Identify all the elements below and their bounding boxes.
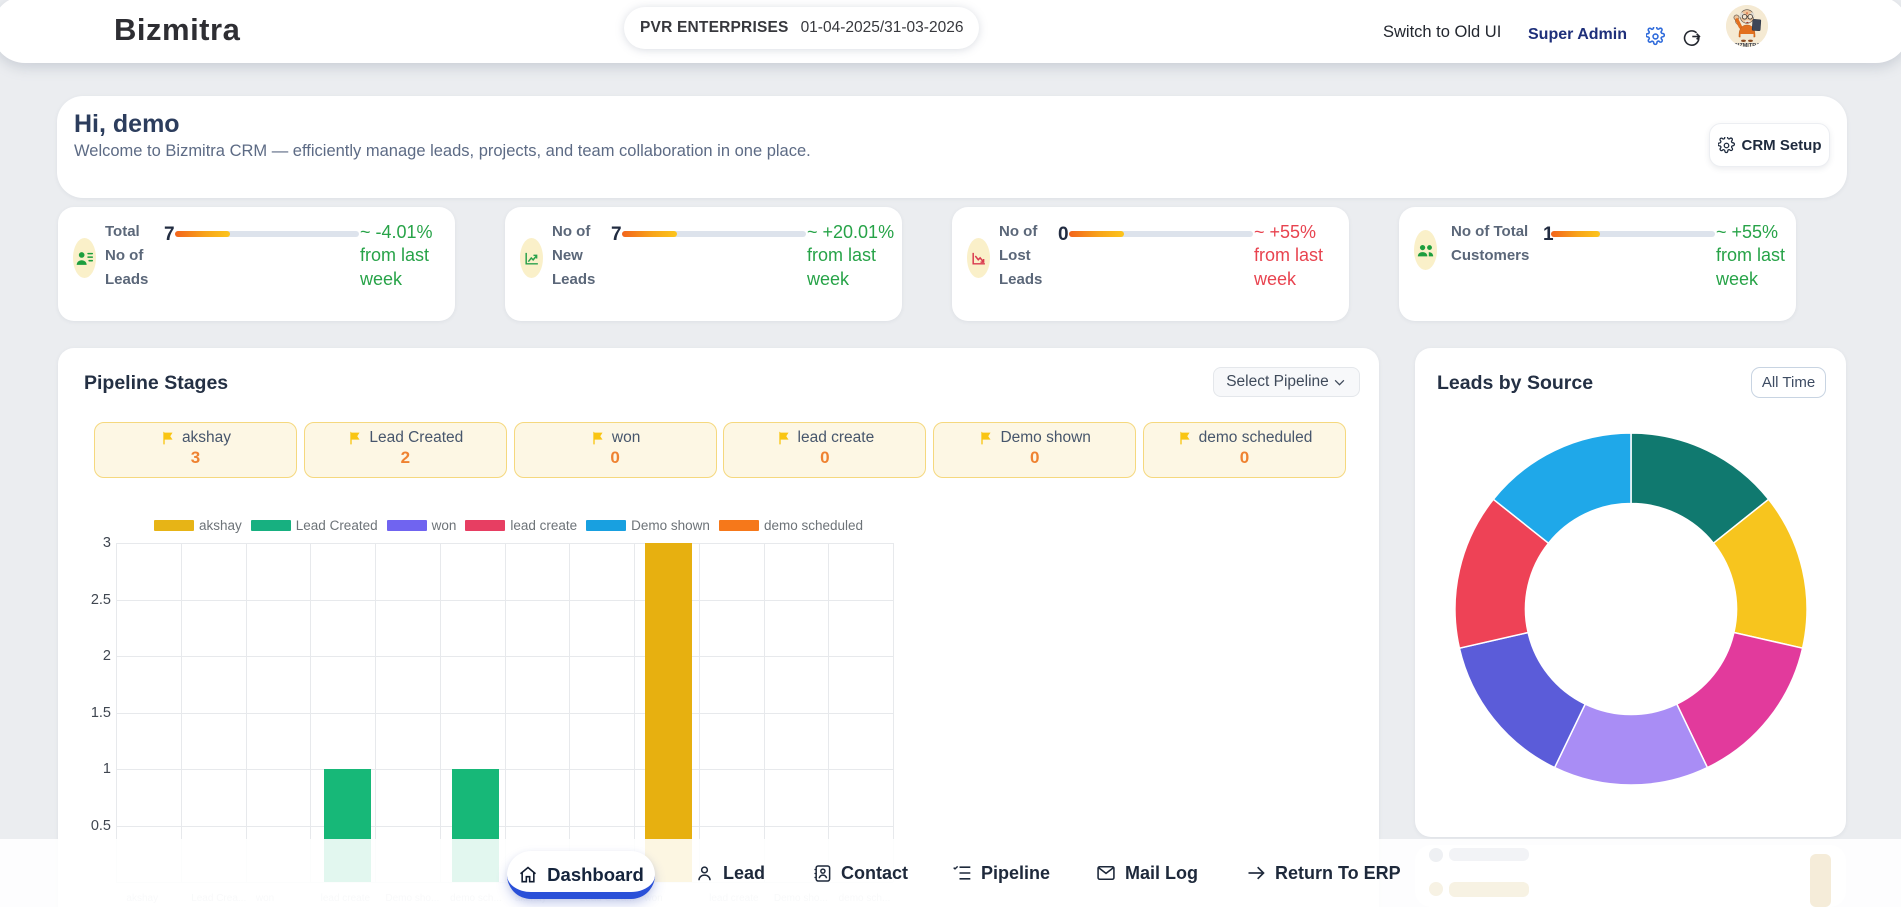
svg-text:BIZMITRA: BIZMITRA	[1734, 43, 1760, 47]
